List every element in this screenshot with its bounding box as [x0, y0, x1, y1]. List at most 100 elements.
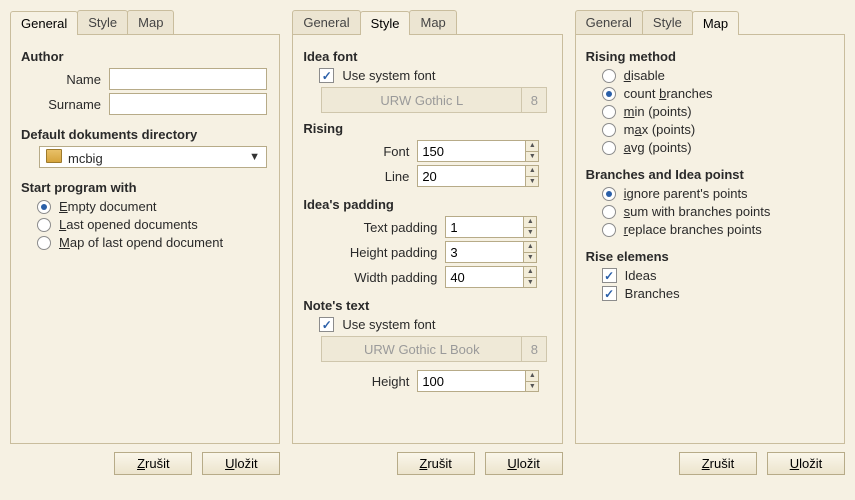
- ideafont-name: URW Gothic L: [322, 93, 521, 108]
- tab-general[interactable]: General: [575, 10, 643, 34]
- bp-replace-label: replace branches points: [624, 222, 762, 237]
- rm-disable-radio[interactable]: disable: [602, 68, 834, 83]
- ideafont-usesys-check[interactable]: Use system font: [319, 68, 551, 83]
- checkbox-icon: [319, 317, 334, 332]
- spinner-buttons[interactable]: ▲▼: [523, 266, 537, 288]
- surname-label: Surname: [39, 97, 101, 112]
- notefont-name: URW Gothic L Book: [322, 342, 521, 357]
- textpad-label: Text padding: [303, 220, 437, 235]
- spinner-buttons[interactable]: ▲▼: [525, 165, 539, 187]
- tab-map[interactable]: Map: [127, 10, 174, 34]
- cancel-button[interactable]: Zrušit: [679, 452, 757, 475]
- tab-style[interactable]: Style: [360, 11, 411, 35]
- surname-field[interactable]: [109, 93, 267, 115]
- save-button[interactable]: Uložit: [767, 452, 845, 475]
- rise-branches-label: Branches: [625, 286, 680, 301]
- folder-icon: [46, 149, 62, 163]
- start-empty-label: Empty document: [59, 199, 157, 214]
- widthpad-field[interactable]: [445, 266, 523, 288]
- start-title: Start program with: [21, 180, 269, 195]
- heightpad-label: Height padding: [303, 245, 437, 260]
- docdir-combo[interactable]: mcbig ▼: [39, 146, 267, 168]
- rising-line-field[interactable]: [417, 165, 525, 187]
- spinner-buttons[interactable]: ▲▼: [523, 241, 537, 263]
- ideafont-title: Idea font: [303, 49, 551, 64]
- heightpad-field[interactable]: [445, 241, 523, 263]
- rm-count-radio[interactable]: count branches: [602, 86, 834, 101]
- tab-general[interactable]: General: [10, 11, 78, 35]
- tabbody-map: Rising method disable count branches min…: [575, 34, 845, 444]
- author-title: Author: [21, 49, 269, 64]
- tabbody-general: Author Name Surname Default dokuments di…: [10, 34, 280, 444]
- tab-map[interactable]: Map: [692, 11, 739, 35]
- rise-ideas-label: Ideas: [625, 268, 657, 283]
- panel-style: General Style Map Idea font Use system f…: [292, 10, 562, 475]
- save-button[interactable]: Uložit: [485, 452, 563, 475]
- rise-ideas-check[interactable]: Ideas: [602, 268, 834, 283]
- checkbox-icon: [602, 268, 617, 283]
- radio-icon: [602, 187, 616, 201]
- cancel-button[interactable]: Zrušit: [397, 452, 475, 475]
- panel-map: General Style Map Rising method disable …: [575, 10, 845, 475]
- ideafont-size: 8: [521, 88, 546, 112]
- rm-count-label: count branches: [624, 86, 713, 101]
- panel-general: General Style Map Author Name Surname De…: [10, 10, 280, 475]
- radio-icon: [602, 87, 616, 101]
- padding-title: Idea's padding: [303, 197, 551, 212]
- rise-elems-title: Rise elemens: [586, 249, 834, 264]
- start-empty-radio[interactable]: Empty document: [37, 199, 269, 214]
- name-field[interactable]: [109, 68, 267, 90]
- start-last-label: Last opened documents: [59, 217, 198, 232]
- ideafont-picker: URW Gothic L 8: [321, 87, 547, 113]
- tab-style[interactable]: Style: [642, 10, 693, 34]
- chevron-down-icon: ▼: [249, 151, 260, 163]
- radio-icon: [602, 223, 616, 237]
- bp-sum-label: sum with branches points: [624, 204, 771, 219]
- tab-style[interactable]: Style: [77, 10, 128, 34]
- rm-avg-radio[interactable]: avg (points): [602, 140, 834, 155]
- start-map-radio[interactable]: Map of last opend document: [37, 235, 269, 250]
- bp-ignore-label: ignore parent's points: [624, 186, 748, 201]
- radio-icon: [602, 205, 616, 219]
- tab-map[interactable]: Map: [409, 10, 456, 34]
- start-map-label: Map of last opend document: [59, 235, 223, 250]
- note-title: Note's text: [303, 298, 551, 313]
- name-label: Name: [39, 72, 101, 87]
- ideafont-usesys-label: Use system font: [342, 68, 435, 83]
- radio-icon: [602, 105, 616, 119]
- cancel-button[interactable]: Zrušit: [114, 452, 192, 475]
- rm-min-radio[interactable]: min (points): [602, 104, 834, 119]
- radio-icon: [602, 123, 616, 137]
- notefont-picker: URW Gothic L Book 8: [321, 336, 547, 362]
- bp-sum-radio[interactable]: sum with branches points: [602, 204, 834, 219]
- tabbar: General Style Map: [575, 10, 845, 34]
- note-height-field[interactable]: [417, 370, 525, 392]
- bp-replace-radio[interactable]: replace branches points: [602, 222, 834, 237]
- spinner-buttons[interactable]: ▲▼: [523, 216, 537, 238]
- start-last-radio[interactable]: Last opened documents: [37, 217, 269, 232]
- radio-icon: [37, 218, 51, 232]
- notefont-size: 8: [521, 337, 546, 361]
- rm-max-radio[interactable]: max (points): [602, 122, 834, 137]
- spinner-buttons[interactable]: ▲▼: [525, 140, 539, 162]
- save-button[interactable]: Uložit: [202, 452, 280, 475]
- docdir-value: mcbig: [68, 151, 103, 166]
- tab-general[interactable]: General: [292, 10, 360, 34]
- spinner-buttons[interactable]: ▲▼: [525, 370, 539, 392]
- rising-font-label: Font: [303, 144, 409, 159]
- note-usesys-check[interactable]: Use system font: [319, 317, 551, 332]
- widthpad-label: Width padding: [303, 270, 437, 285]
- textpad-field[interactable]: [445, 216, 523, 238]
- rm-max-label: max (points): [624, 122, 696, 137]
- rise-branches-check[interactable]: Branches: [602, 286, 834, 301]
- radio-icon: [37, 236, 51, 250]
- tabbar: General Style Map: [10, 10, 280, 34]
- radio-icon: [602, 141, 616, 155]
- note-usesys-label: Use system font: [342, 317, 435, 332]
- rising-font-field[interactable]: [417, 140, 525, 162]
- bp-ignore-radio[interactable]: ignore parent's points: [602, 186, 834, 201]
- checkbox-icon: [602, 286, 617, 301]
- checkbox-icon: [319, 68, 334, 83]
- rising-title: Rising: [303, 121, 551, 136]
- tabbar: General Style Map: [292, 10, 562, 34]
